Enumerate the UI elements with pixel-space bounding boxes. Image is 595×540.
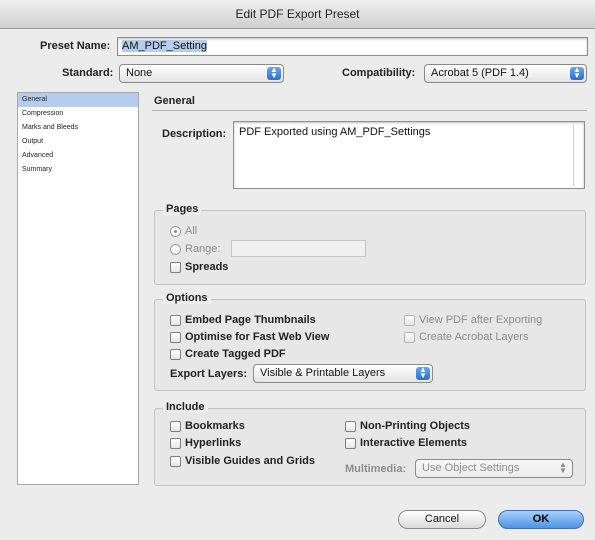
updown-arrows-icon: ▲ ▼ bbox=[267, 66, 281, 80]
window-title-bar: Edit PDF Export Preset bbox=[0, 0, 595, 29]
all-radio-label: All bbox=[185, 225, 198, 237]
updown-arrows-icon: ▲ ▼ bbox=[416, 366, 430, 380]
view-after-export-checkbox[interactable] bbox=[404, 315, 415, 326]
updown-arrows-icon: ▲ ▼ bbox=[570, 66, 584, 80]
create-layers-checkbox[interactable] bbox=[404, 332, 415, 343]
spreads-label: Spreads bbox=[185, 261, 229, 273]
description-value: PDF Exported using AM_PDF_Settings bbox=[239, 126, 431, 138]
interactive-elements-label: Interactive Elements bbox=[360, 437, 467, 449]
section-title: General bbox=[154, 95, 195, 107]
export-layers-value: Visible & Printable Layers bbox=[260, 367, 386, 379]
options-title: Options bbox=[163, 292, 211, 304]
visible-guides-checkbox[interactable] bbox=[170, 456, 181, 467]
embed-thumbnails-checkbox[interactable] bbox=[170, 315, 181, 326]
non-printing-label: Non-Printing Objects bbox=[360, 420, 470, 432]
cancel-button[interactable]: Cancel bbox=[398, 510, 486, 529]
description-label: Description: bbox=[162, 128, 227, 140]
compatibility-value: Acrobat 5 (PDF 1.4) bbox=[431, 67, 529, 79]
preset-name-input[interactable]: AM_PDF_Setting bbox=[117, 37, 588, 56]
hyperlinks-checkbox[interactable] bbox=[170, 438, 181, 449]
all-radio[interactable] bbox=[170, 226, 181, 237]
scrollbar[interactable] bbox=[573, 124, 582, 186]
non-printing-checkbox[interactable] bbox=[345, 421, 356, 432]
interactive-elements-checkbox[interactable] bbox=[345, 438, 356, 449]
section-divider bbox=[152, 110, 587, 111]
create-tagged-checkbox[interactable] bbox=[170, 349, 181, 360]
sidebar-item-marks-and-bleeds[interactable]: Marks and Bleeds bbox=[18, 121, 138, 135]
export-layers-label: Export Layers: bbox=[170, 368, 248, 380]
preset-name-value: AM_PDF_Setting bbox=[122, 40, 207, 52]
optimise-web-label: Optimise for Fast Web View bbox=[185, 331, 330, 343]
ok-button[interactable]: OK bbox=[498, 510, 584, 529]
multimedia-select[interactable]: Use Object Settings ▲ ▼ bbox=[415, 459, 573, 478]
bookmarks-label: Bookmarks bbox=[185, 420, 245, 432]
spreads-checkbox[interactable] bbox=[170, 262, 181, 273]
optimise-web-checkbox[interactable] bbox=[170, 332, 181, 343]
range-radio-label: Range: bbox=[185, 243, 221, 255]
hyperlinks-label: Hyperlinks bbox=[185, 437, 242, 449]
view-after-export-label: View PDF after Exporting bbox=[419, 314, 543, 326]
pages-title: Pages bbox=[163, 203, 202, 215]
sidebar-item-advanced[interactable]: Advanced bbox=[18, 149, 138, 163]
range-radio[interactable] bbox=[170, 244, 181, 255]
compatibility-select[interactable]: Acrobat 5 (PDF 1.4) ▲ ▼ bbox=[424, 64, 587, 83]
embed-thumbnails-label: Embed Page Thumbnails bbox=[185, 314, 316, 326]
standard-label: Standard: bbox=[62, 67, 114, 79]
sidebar-item-compression[interactable]: Compression bbox=[18, 107, 138, 121]
range-input[interactable] bbox=[231, 240, 366, 257]
preset-name-label: Preset Name: bbox=[40, 40, 111, 52]
updown-arrows-icon: ▲ ▼ bbox=[559, 460, 567, 475]
create-tagged-label: Create Tagged PDF bbox=[185, 348, 286, 360]
sidebar-item-output[interactable]: Output bbox=[18, 135, 138, 149]
category-sidebar: General Compression Marks and Bleeds Out… bbox=[17, 92, 139, 485]
sidebar-item-summary[interactable]: Summary bbox=[18, 163, 138, 177]
window-title: Edit PDF Export Preset bbox=[235, 7, 360, 21]
bookmarks-checkbox[interactable] bbox=[170, 421, 181, 432]
multimedia-label: Multimedia: bbox=[345, 463, 407, 475]
standard-value: None bbox=[126, 67, 153, 79]
standard-select[interactable]: None ▲ ▼ bbox=[119, 64, 284, 83]
visible-guides-label: Visible Guides and Grids bbox=[185, 455, 316, 467]
sidebar-item-general[interactable]: General bbox=[18, 93, 138, 107]
compatibility-label: Compatibility: bbox=[342, 67, 416, 79]
create-layers-label: Create Acrobat Layers bbox=[419, 331, 529, 343]
multimedia-value: Use Object Settings bbox=[422, 462, 520, 474]
description-textarea[interactable]: PDF Exported using AM_PDF_Settings bbox=[233, 121, 585, 189]
include-title: Include bbox=[163, 401, 208, 413]
export-layers-select[interactable]: Visible & Printable Layers ▲ ▼ bbox=[253, 364, 433, 383]
